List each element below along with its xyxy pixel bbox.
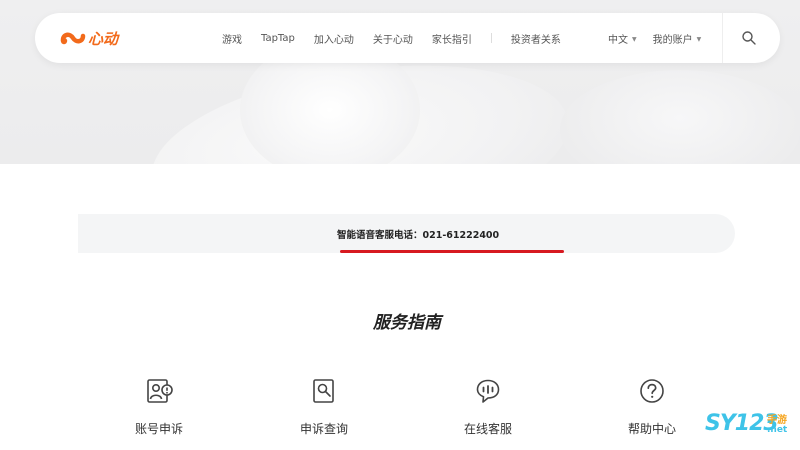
search-icon[interactable] [741, 30, 757, 46]
account-dropdown[interactable]: 我的账户 ▼ [653, 31, 702, 46]
language-dropdown[interactable]: 中文 ▼ [608, 31, 637, 46]
service-account-appeal[interactable]: 账号申诉 [104, 376, 214, 446]
service-label: 在线客服 [463, 422, 512, 436]
service-label: 帮助中心 [627, 422, 676, 436]
hotline-bar: 智能语音客服电话：021-61222400 [78, 214, 735, 253]
nav-divider [490, 33, 492, 43]
caret-down-icon: ▼ [696, 36, 702, 43]
section-title: 服务指南 [373, 313, 441, 333]
hero-decor-shape [560, 70, 800, 164]
top-navigation-bar: 心动 游戏 TapTap 加入心动 关于心动 家长指引 投资者关系 中文 ▼ 我的… [35, 13, 780, 63]
language-label: 中文 [608, 34, 628, 46]
help-icon [640, 379, 664, 403]
service-help-center[interactable]: 帮助中心 [597, 376, 707, 446]
nav-item-join[interactable]: 加入心动 [314, 31, 354, 46]
nav-item-parents[interactable]: 家长指引 [432, 31, 472, 46]
account-appeal-icon [147, 379, 173, 403]
service-appeal-search[interactable]: 申诉查询 [269, 376, 379, 446]
sy123-watermark-logo: SY123 手游 .net [705, 405, 797, 445]
nav-separator [722, 13, 723, 63]
xd-logo-icon [60, 32, 86, 45]
service-label: 申诉查询 [299, 422, 348, 436]
caret-down-icon: ▼ [632, 36, 637, 43]
account-label: 我的账户 [652, 34, 693, 46]
service-list: 账号申诉 申诉查询 在线客服 帮助中心 [78, 376, 735, 446]
service-label: 账号申诉 [134, 422, 183, 436]
nav-right-group: 中文 ▼ 我的账户 ▼ [608, 13, 717, 63]
nav-item-about[interactable]: 关于心动 [373, 31, 413, 46]
appeal-search-icon [313, 379, 334, 403]
nav-item-taptap[interactable]: TapTap [261, 33, 295, 44]
watermark-sub-text: 手游 [767, 415, 787, 426]
chat-icon [476, 379, 500, 403]
hotline-text: 智能语音客服电话：021-61222400 [337, 230, 500, 241]
xd-logo[interactable]: 心动 [59, 28, 118, 48]
main-menu: 游戏 TapTap 加入心动 关于心动 家长指引 投资者关系 [222, 13, 580, 63]
hotline-underline [340, 250, 564, 253]
logo-text: 心动 [88, 29, 119, 48]
nav-item-games[interactable]: 游戏 [222, 31, 242, 46]
watermark-domain-text: .net [767, 425, 788, 435]
service-online-support[interactable]: 在线客服 [433, 376, 543, 446]
nav-item-investors[interactable]: 投资者关系 [511, 31, 561, 46]
